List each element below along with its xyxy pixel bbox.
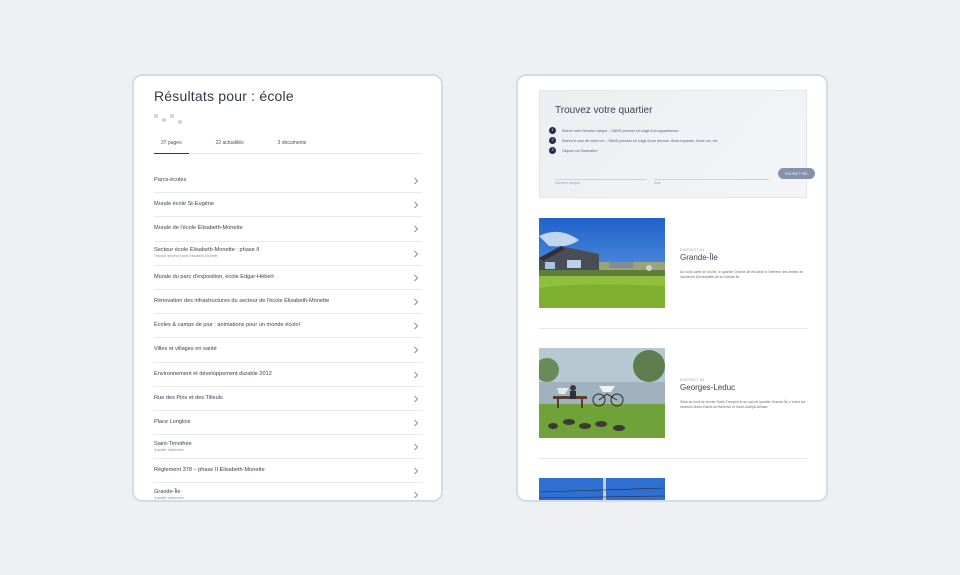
page-title: Résultats pour : école bbox=[154, 88, 294, 104]
submit-button[interactable]: SOUMETTRE bbox=[778, 168, 815, 179]
result-title[interactable]: Villes et villages en santé bbox=[154, 346, 422, 353]
result-list: Parcs-écoles Murale école St-Eugène Murale… bbox=[154, 169, 422, 501]
step-text: Cliquez sur Soumettre bbox=[562, 148, 598, 153]
result-title[interactable]: Règlement 378 – phase II Élisabeth-Monet… bbox=[154, 467, 422, 474]
finder-step: 2 Entrez le nom de votre rue – SANS préc… bbox=[549, 137, 718, 144]
chevron-right-icon bbox=[414, 395, 419, 402]
step-number: 3 bbox=[549, 147, 556, 154]
result-row[interactable]: Murale du parc d'exposition, école Edgar… bbox=[154, 266, 422, 290]
chevron-right-icon bbox=[414, 492, 419, 499]
result-row[interactable]: Murale de l'école Élisabeth-Monette bbox=[154, 217, 422, 242]
result-row[interactable]: Rénovation des infrastructures du secteu… bbox=[154, 290, 422, 315]
result-title[interactable]: Écoles & camps de jour : animations pour… bbox=[154, 322, 422, 329]
result-title[interactable]: Parcs-écoles bbox=[154, 177, 422, 184]
result-row[interactable]: Secteur école Élisabeth-Monette : phase … bbox=[154, 242, 422, 266]
civic-number-field bbox=[555, 171, 647, 187]
district-description: Situé au nord de la baie Saint-François … bbox=[680, 400, 806, 409]
finder-title: Trouvez votre quartier bbox=[555, 105, 653, 116]
street-input[interactable] bbox=[654, 179, 769, 187]
chevron-right-icon bbox=[414, 347, 419, 354]
step-text: Entrez le nom de votre rue – SANS précis… bbox=[562, 138, 719, 143]
finder-step: 1 Entrez votre Numéro civique – SANS pré… bbox=[549, 127, 679, 134]
result-title[interactable]: Rue des Pins et des Tilleuls bbox=[154, 395, 422, 402]
finder-step: 3 Cliquez sur Soumettre bbox=[549, 147, 598, 154]
district-description: Au nord-ouest de la ville, le quartier G… bbox=[680, 270, 803, 279]
district-name[interactable]: Grande-Île bbox=[680, 253, 718, 262]
result-row[interactable]: Murale école St-Eugène bbox=[154, 193, 422, 218]
chevron-right-icon bbox=[414, 371, 419, 378]
result-row[interactable]: Rue des Pins et des Tilleuls bbox=[154, 387, 422, 411]
district-photo[interactable] bbox=[539, 218, 665, 308]
result-title[interactable]: Saint-Timothée bbox=[154, 441, 422, 448]
result-row[interactable]: Parcs-écoles bbox=[154, 169, 422, 194]
result-row[interactable]: Villes et villages en santé bbox=[154, 338, 422, 363]
result-row[interactable]: Saint-Timothée Quartier résidentiel bbox=[154, 435, 422, 460]
result-title[interactable]: Rénovation des infrastructures du secteu… bbox=[154, 298, 422, 305]
chevron-right-icon bbox=[414, 177, 419, 185]
chevron-right-icon bbox=[414, 226, 419, 233]
loading-dots bbox=[154, 114, 422, 128]
result-row[interactable]: Écoles & camps de jour : animations pour… bbox=[154, 314, 422, 339]
tab-news[interactable]: 22 actualités bbox=[209, 138, 251, 154]
district-finder-card: Trouvez votre quartier 1 Entrez votre Nu… bbox=[516, 74, 828, 502]
result-row[interactable]: Environnement et développement durable 2… bbox=[154, 363, 422, 387]
chevron-right-icon bbox=[414, 250, 419, 257]
result-title[interactable]: Murale du parc d'exposition, école Edgar… bbox=[154, 274, 422, 281]
result-title[interactable]: Murale de l'école Élisabeth-Monette bbox=[154, 225, 422, 232]
chevron-right-icon bbox=[414, 298, 419, 306]
district-eyebrow: DISTRICT #2 bbox=[680, 378, 705, 382]
district-eyebrow: DISTRICT #1 bbox=[680, 248, 705, 252]
civic-number-input[interactable] bbox=[555, 179, 647, 187]
search-results-card: Résultats pour : école 37 pages 22 actua… bbox=[132, 74, 443, 502]
chevron-right-icon bbox=[414, 419, 419, 427]
result-subtitle: Quartier résidentiel bbox=[154, 447, 184, 452]
chevron-right-icon bbox=[414, 467, 419, 475]
result-row[interactable]: Règlement 378 – phase II Élisabeth-Monet… bbox=[154, 459, 422, 484]
result-title[interactable]: Murale école St-Eugène bbox=[154, 201, 422, 208]
chevron-right-icon bbox=[414, 443, 419, 451]
chevron-right-icon bbox=[414, 201, 419, 209]
district-name[interactable]: Georges-Leduc bbox=[680, 383, 735, 392]
tab-pages[interactable]: 37 pages bbox=[154, 138, 189, 154]
divider bbox=[539, 458, 807, 459]
district-photo[interactable] bbox=[539, 348, 665, 438]
results-tabs: 37 pages 22 actualités 3 documents bbox=[154, 138, 422, 154]
chevron-right-icon bbox=[414, 322, 419, 330]
district-photo[interactable] bbox=[539, 478, 665, 500]
step-text: Entrez votre Numéro civique – SANS préci… bbox=[562, 128, 680, 133]
step-number: 2 bbox=[549, 137, 556, 144]
district-finder-form: Trouvez votre quartier 1 Entrez votre Nu… bbox=[539, 90, 815, 198]
street-field bbox=[654, 171, 769, 187]
step-number: 1 bbox=[549, 127, 556, 134]
result-subtitle: Travaux secteur école Élisabeth-Monette bbox=[154, 254, 218, 259]
result-row[interactable]: Grande-Île Quartier résidentiel bbox=[154, 483, 422, 501]
chevron-right-icon bbox=[414, 274, 419, 282]
result-title[interactable]: Environnement et développement durable 2… bbox=[154, 371, 422, 378]
result-title[interactable]: Grande-Île bbox=[154, 489, 422, 496]
result-title[interactable]: Place Longlois bbox=[154, 419, 422, 426]
result-row[interactable]: Place Longlois bbox=[154, 411, 422, 436]
search-results-panel: Résultats pour : école 37 pages 22 actua… bbox=[154, 86, 422, 501]
result-subtitle: Quartier résidentiel bbox=[154, 496, 184, 501]
divider bbox=[539, 328, 807, 329]
tab-documents[interactable]: 3 documents bbox=[271, 138, 314, 154]
